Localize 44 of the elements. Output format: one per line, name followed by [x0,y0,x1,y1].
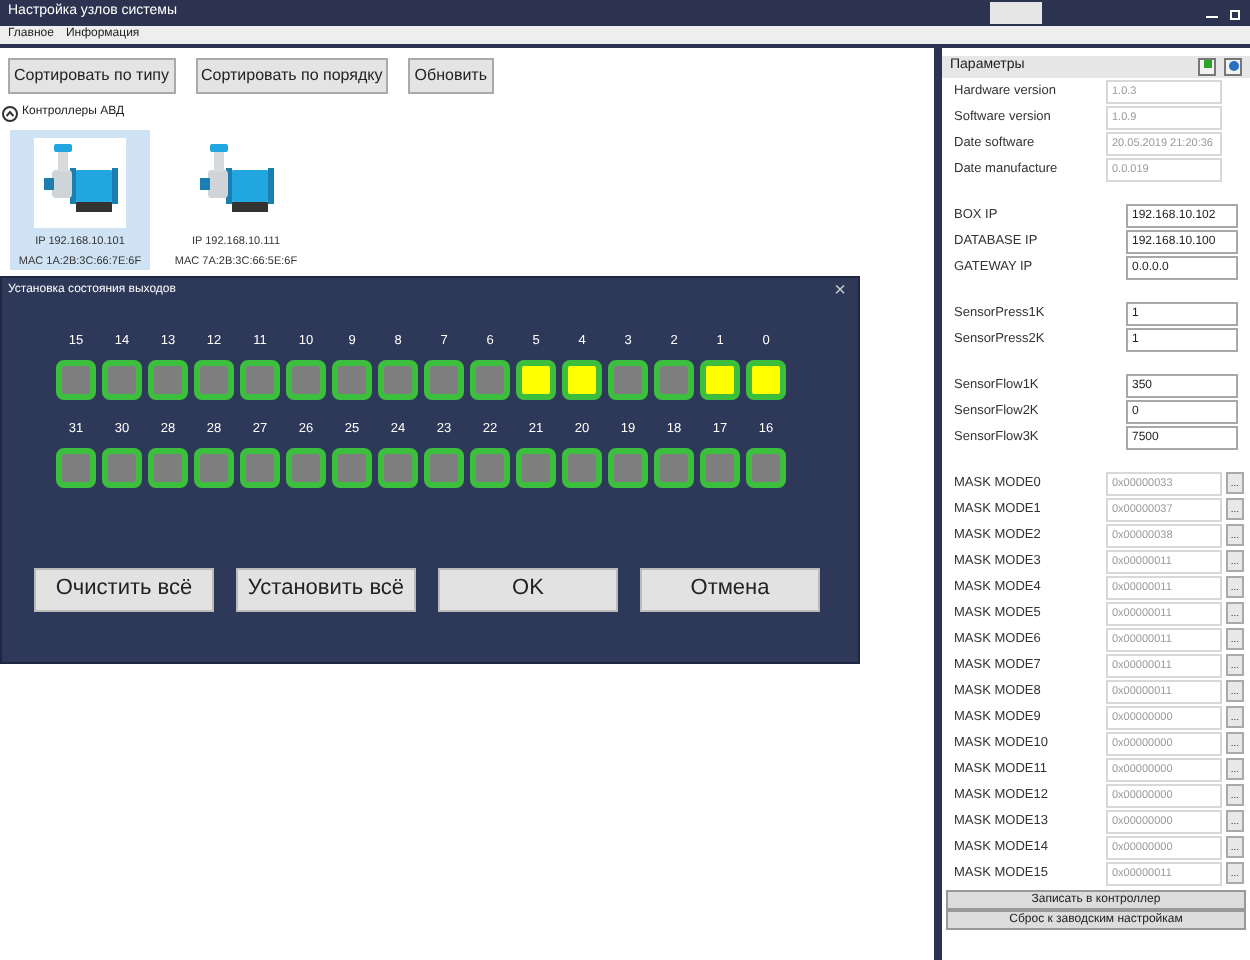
toolbar-button[interactable]: Сортировать по типу [8,58,175,94]
load-icon[interactable] [1224,58,1242,76]
dialog-button[interactable]: OK [438,567,618,611]
bit-toggle[interactable] [240,359,280,400]
bit-toggle[interactable] [148,447,188,487]
bit-toggle[interactable] [56,359,96,400]
bit-toggle[interactable] [332,447,372,487]
bit-toggle[interactable] [240,447,280,487]
dialog-button[interactable]: Отмена [640,567,820,611]
bit-toggle[interactable] [700,447,740,487]
bit-toggle[interactable] [700,359,740,400]
bit-toggle[interactable] [654,447,694,487]
bit-toggle[interactable] [470,359,510,400]
bit-toggle[interactable] [194,359,234,400]
bit-toggle[interactable] [562,447,602,487]
save-icon[interactable] [1198,58,1216,76]
bit-toggle[interactable] [332,359,372,400]
bit-toggle[interactable] [654,359,694,400]
bit-toggle[interactable] [148,359,188,400]
toolbar-button[interactable]: Обновить [408,58,493,94]
bit-toggle[interactable] [102,447,142,487]
bit-toggle[interactable] [746,359,786,400]
toolbar-button[interactable]: Сортировать по порядку [195,58,389,94]
bit-toggle[interactable] [746,447,786,487]
bit-toggle[interactable] [378,447,418,487]
bit-toggle[interactable] [608,447,648,487]
collapse-icon[interactable] [2,105,18,121]
bit-toggle[interactable] [516,447,556,487]
bit-toggle[interactable] [102,359,142,400]
bit-toggle[interactable] [562,359,602,400]
bit-toggle[interactable] [286,359,326,400]
bit-toggle[interactable] [516,359,556,400]
bit-toggle[interactable] [194,447,234,487]
bit-toggle[interactable] [470,447,510,487]
bit-toggle[interactable] [286,447,326,487]
restore-icon[interactable] [1230,7,1242,19]
bit-toggle[interactable] [378,359,418,400]
bit-toggle[interactable] [424,447,464,487]
close-button[interactable]: × [834,281,852,301]
bit-toggle[interactable] [56,447,96,487]
bit-toggle[interactable] [424,359,464,400]
dialog-button[interactable]: Установить всё [236,567,416,611]
dialog-button[interactable]: Очистить всё [34,567,214,611]
bit-toggle[interactable] [608,359,648,400]
